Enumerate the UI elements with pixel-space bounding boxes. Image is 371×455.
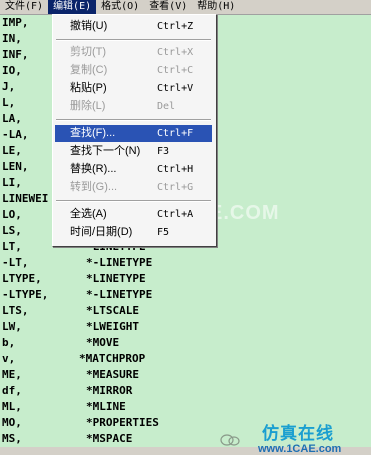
menu-item-undo[interactable]: 撤销(U) Ctrl+Z bbox=[55, 18, 212, 35]
editor-line: IO, bbox=[2, 64, 22, 77]
menu-item-cut[interactable]: 剪切(T) Ctrl+X bbox=[55, 44, 212, 61]
menu-item-shortcut: Ctrl+X bbox=[157, 47, 194, 58]
menu-item-label: 剪切(T) bbox=[70, 46, 107, 58]
editor-line: MO, bbox=[2, 416, 22, 429]
menu-item-shortcut: Del bbox=[157, 101, 176, 112]
edit-menu-dropdown: 撤销(U) Ctrl+Z 剪切(T) Ctrl+X 复制(C) Ctrl+C 粘… bbox=[52, 14, 217, 247]
menu-separator bbox=[56, 119, 211, 121]
editor-line: LTS, bbox=[2, 304, 29, 317]
menu-edit[interactable]: 编辑(E) bbox=[48, 0, 97, 14]
editor-line: INF, bbox=[2, 48, 29, 61]
editor-line: LTYPE, bbox=[2, 272, 42, 285]
command-text: *LINETYPE bbox=[86, 272, 146, 285]
menu-item-shortcut: Ctrl+Z bbox=[157, 21, 194, 32]
editor-line: LI, bbox=[2, 176, 22, 189]
menu-format[interactable]: 格式(O) bbox=[96, 0, 144, 14]
command-text: *MOVE bbox=[86, 336, 120, 349]
menu-item-time-date[interactable]: 时间/日期(D) F5 bbox=[55, 224, 212, 241]
editor-line: LW, bbox=[2, 320, 22, 333]
editor-line: LEN, bbox=[2, 160, 29, 173]
editor-line: LT, bbox=[2, 240, 22, 253]
menu-item-shortcut: Ctrl+V bbox=[157, 83, 194, 94]
editor-line: LE, bbox=[2, 144, 22, 157]
command-text: *MATCHPROP bbox=[79, 352, 146, 365]
editor-line: b, bbox=[2, 336, 16, 349]
menu-item-label: 查找下一个(N) bbox=[70, 145, 141, 157]
menu-item-find-next[interactable]: 查找下一个(N) F3 bbox=[55, 143, 212, 160]
menu-item-shortcut: Ctrl+G bbox=[157, 182, 194, 193]
menu-file[interactable]: 文件(F) bbox=[0, 0, 48, 14]
editor-line: df, bbox=[2, 384, 22, 397]
menu-item-goto[interactable]: 转到(G)... Ctrl+G bbox=[55, 179, 212, 196]
command-text: *MLINE bbox=[86, 400, 126, 413]
menu-item-copy[interactable]: 复制(C) Ctrl+C bbox=[55, 62, 212, 79]
menu-item-delete[interactable]: 删除(L) Del bbox=[55, 98, 212, 115]
menu-item-shortcut: Ctrl+A bbox=[157, 209, 194, 220]
watermark-brand: 仿真在线 bbox=[262, 424, 334, 444]
menu-item-label: 粘贴(P) bbox=[70, 82, 107, 94]
command-text: *-LINETYPE bbox=[86, 256, 153, 269]
menu-item-label: 删除(L) bbox=[70, 100, 106, 112]
menu-item-label: 全选(A) bbox=[70, 208, 107, 220]
menu-bar: 文件(F) 编辑(E) 格式(O) 查看(V) 帮助(H) bbox=[0, 0, 371, 15]
menu-help[interactable]: 帮助(H) bbox=[192, 0, 240, 14]
editor-line: L, bbox=[2, 96, 16, 109]
editor-line: LS, bbox=[2, 224, 22, 237]
menu-item-shortcut: Ctrl+H bbox=[157, 164, 194, 175]
editor-line: -LT, bbox=[2, 256, 29, 269]
menu-item-shortcut: Ctrl+F bbox=[157, 128, 194, 139]
menu-item-replace[interactable]: 替换(R)... Ctrl+H bbox=[55, 161, 212, 178]
editor-line: -LA, bbox=[2, 128, 29, 141]
wechat-icon bbox=[219, 433, 241, 447]
command-text: *MIRROR bbox=[86, 384, 133, 397]
command-text: *-LINETYPE bbox=[86, 288, 153, 301]
menu-item-label: 撤销(U) bbox=[70, 20, 108, 32]
editor-line: J, bbox=[2, 80, 16, 93]
watermark-url: www.1CAE.com bbox=[258, 443, 342, 455]
menu-separator bbox=[56, 39, 211, 41]
editor-line: IMP, bbox=[2, 16, 29, 29]
menu-item-label: 替换(R)... bbox=[70, 163, 117, 175]
menu-item-shortcut: F5 bbox=[157, 227, 170, 238]
command-text: *MEASURE bbox=[86, 368, 139, 381]
menu-view[interactable]: 查看(V) bbox=[144, 0, 192, 14]
menu-item-label: 时间/日期(D) bbox=[70, 226, 133, 238]
command-text: *MSPACE bbox=[86, 432, 133, 445]
editor-line: ME, bbox=[2, 368, 22, 381]
command-text: *LWEIGHT bbox=[86, 320, 139, 333]
editor-line: MS, bbox=[2, 432, 22, 445]
editor-line: v, bbox=[2, 352, 16, 365]
menu-item-shortcut: F3 bbox=[157, 146, 170, 157]
menu-item-label: 转到(G)... bbox=[70, 181, 118, 193]
editor-line: LINEWEI bbox=[2, 192, 49, 205]
editor-line: ML, bbox=[2, 400, 22, 413]
editor-line: -LTYPE, bbox=[2, 288, 49, 301]
command-text: *LTSCALE bbox=[86, 304, 139, 317]
editor-line: LO, bbox=[2, 208, 22, 221]
command-text: *PROPERTIES bbox=[86, 416, 159, 429]
menu-item-label: 查找(F)... bbox=[70, 127, 116, 139]
menu-separator bbox=[56, 200, 211, 202]
menu-item-shortcut: Ctrl+C bbox=[157, 65, 194, 76]
editor-line: IN, bbox=[2, 32, 22, 45]
menu-item-find[interactable]: 查找(F)... Ctrl+F bbox=[55, 125, 212, 142]
menu-item-label: 复制(C) bbox=[70, 64, 108, 76]
menu-item-paste[interactable]: 粘贴(P) Ctrl+V bbox=[55, 80, 212, 97]
editor-line: LA, bbox=[2, 112, 22, 125]
menu-item-select-all[interactable]: 全选(A) Ctrl+A bbox=[55, 206, 212, 223]
